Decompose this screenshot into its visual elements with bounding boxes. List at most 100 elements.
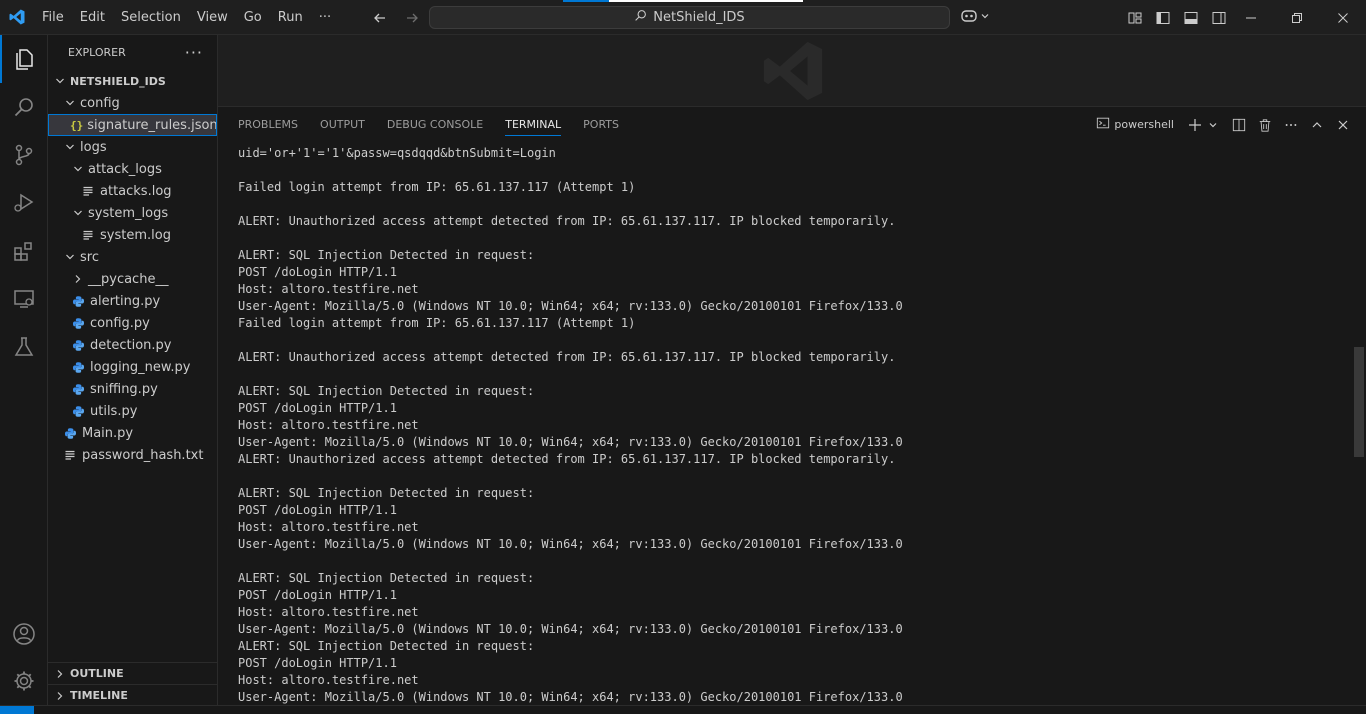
toggle-panel-icon[interactable] <box>1180 7 1202 29</box>
more-actions-button[interactable]: ··· <box>185 43 203 62</box>
workspace-root[interactable]: NETSHIELD_IDS <box>48 70 217 92</box>
split-terminal-icon[interactable] <box>1230 116 1248 134</box>
python-file-icon <box>62 425 78 441</box>
customize-layout-icon[interactable] <box>1124 7 1146 29</box>
tree-file[interactable]: sniffing.py <box>48 378 217 400</box>
tab-output[interactable]: OUTPUT <box>312 107 373 142</box>
close-icon[interactable] <box>1320 0 1366 35</box>
search-icon[interactable] <box>0 83 48 131</box>
tree-item-label: password_hash.txt <box>82 447 204 463</box>
explorer-header: EXPLORER ··· <box>48 35 217 70</box>
timeline-section[interactable]: TIMELINE <box>48 684 217 706</box>
new-terminal-plus-icon[interactable] <box>1186 116 1204 134</box>
menu-item[interactable]: Edit <box>72 0 113 35</box>
chevron-down-icon <box>62 139 78 155</box>
copilot-button[interactable] <box>960 0 990 35</box>
remote-explorer-icon[interactable] <box>0 275 48 323</box>
explorer-icon[interactable] <box>0 35 48 83</box>
toggle-primary-sidebar-icon[interactable] <box>1152 7 1174 29</box>
accounts-icon[interactable] <box>0 610 48 658</box>
more-actions-icon[interactable] <box>1282 116 1300 134</box>
terminal-output[interactable]: uid='or+'1'='1'&passw=qsdqqd&btnSubmit=L… <box>238 145 1348 706</box>
run-debug-icon[interactable] <box>0 179 48 227</box>
testing-flask-icon[interactable] <box>0 323 48 371</box>
maximize-panel-chevron-up-icon[interactable] <box>1308 116 1326 134</box>
tree-folder[interactable]: system_logs <box>48 202 217 224</box>
tree-file[interactable]: alerting.py <box>48 290 217 312</box>
text-file-icon <box>80 183 96 199</box>
terminal-line: Host: altoro.testfire.net <box>238 673 419 687</box>
toggle-secondary-sidebar-icon[interactable] <box>1208 7 1230 29</box>
command-center-label: NetShield_IDS <box>653 10 745 25</box>
tree-folder[interactable]: __pycache__ <box>48 268 217 290</box>
tree-item-label: system_logs <box>88 205 169 221</box>
window-controls <box>1228 0 1366 35</box>
forward-arrow-icon[interactable] <box>400 6 424 30</box>
tree-folder[interactable]: attack_logs <box>48 158 217 180</box>
terminal-scrollbar[interactable] <box>1354 347 1364 457</box>
settings-gear-icon[interactable] <box>0 657 48 705</box>
tree-file[interactable]: system.log <box>48 224 217 246</box>
menu-item[interactable]: Run <box>270 0 311 35</box>
tree-folder[interactable]: config <box>48 92 217 114</box>
remote-indicator[interactable] <box>0 706 34 714</box>
extensions-icon[interactable] <box>0 227 48 275</box>
close-panel-icon[interactable] <box>1334 116 1352 134</box>
tree-item-label: logs <box>80 139 107 155</box>
trash-icon[interactable] <box>1256 116 1274 134</box>
terminal-line: POST /doLogin HTTP/1.1 <box>238 401 397 415</box>
terminal-line: ALERT: SQL Injection Detected in request… <box>238 248 535 262</box>
menu-item[interactable]: ··· <box>311 0 339 35</box>
command-center-search[interactable]: NetShield_IDS <box>429 6 950 29</box>
tab-ports[interactable]: PORTS <box>575 107 627 142</box>
tree-file[interactable]: config.py <box>48 312 217 334</box>
chevron-down-icon <box>52 73 68 89</box>
tree-folder[interactable]: src <box>48 246 217 268</box>
chevron-right-icon <box>70 271 86 287</box>
tree-file[interactable]: password_hash.txt <box>48 444 217 466</box>
restore-icon[interactable] <box>1274 0 1320 35</box>
tab-debug-console[interactable]: DEBUG CONSOLE <box>379 107 491 142</box>
chevron-down-icon <box>70 205 86 221</box>
tree-file[interactable]: utils.py <box>48 400 217 422</box>
tree-folder[interactable]: logs <box>48 136 217 158</box>
menu-item[interactable]: Selection <box>113 0 189 35</box>
tree-item-label: logging_new.py <box>90 359 191 375</box>
search-icon <box>634 9 647 26</box>
tree-item-label: src <box>80 249 99 265</box>
chevron-right-icon <box>52 688 68 704</box>
tree-file[interactable]: logging_new.py <box>48 356 217 378</box>
tree-file[interactable]: {} signature_rules.json <box>48 114 218 136</box>
terminal-line: POST /doLogin HTTP/1.1 <box>238 503 397 517</box>
source-control-icon[interactable] <box>0 131 48 179</box>
tree-item-label: sniffing.py <box>90 381 158 397</box>
outline-label: OUTLINE <box>70 667 124 680</box>
minimize-icon[interactable] <box>1228 0 1274 35</box>
tree-file[interactable]: detection.py <box>48 334 217 356</box>
python-file-icon <box>70 337 86 353</box>
back-arrow-icon[interactable] <box>368 6 392 30</box>
chevron-right-icon <box>52 666 68 682</box>
menu-item[interactable]: File <box>34 0 72 35</box>
tree-item-label: system.log <box>100 227 171 243</box>
tab-terminal[interactable]: TERMINAL <box>497 107 569 142</box>
python-file-icon <box>70 381 86 397</box>
tree-file[interactable]: Main.py <box>48 422 217 444</box>
tree-item-label: __pycache__ <box>88 271 169 287</box>
terminal-line: ALERT: Unauthorized access attempt detec… <box>238 452 896 466</box>
terminal-shell-selector[interactable]: powershell <box>1096 116 1174 133</box>
outline-section[interactable]: OUTLINE <box>48 662 217 684</box>
tree-file[interactable]: attacks.log <box>48 180 217 202</box>
menu-item[interactable]: View <box>189 0 236 35</box>
tree-item-label: detection.py <box>90 337 172 353</box>
terminal-line: Host: altoro.testfire.net <box>238 520 419 534</box>
python-file-icon <box>70 403 86 419</box>
tab-problems[interactable]: PROBLEMS <box>230 107 306 142</box>
chevron-down-icon[interactable] <box>1204 116 1222 134</box>
menu-item[interactable]: Go <box>236 0 270 35</box>
terminal-line: POST /doLogin HTTP/1.1 <box>238 588 397 602</box>
